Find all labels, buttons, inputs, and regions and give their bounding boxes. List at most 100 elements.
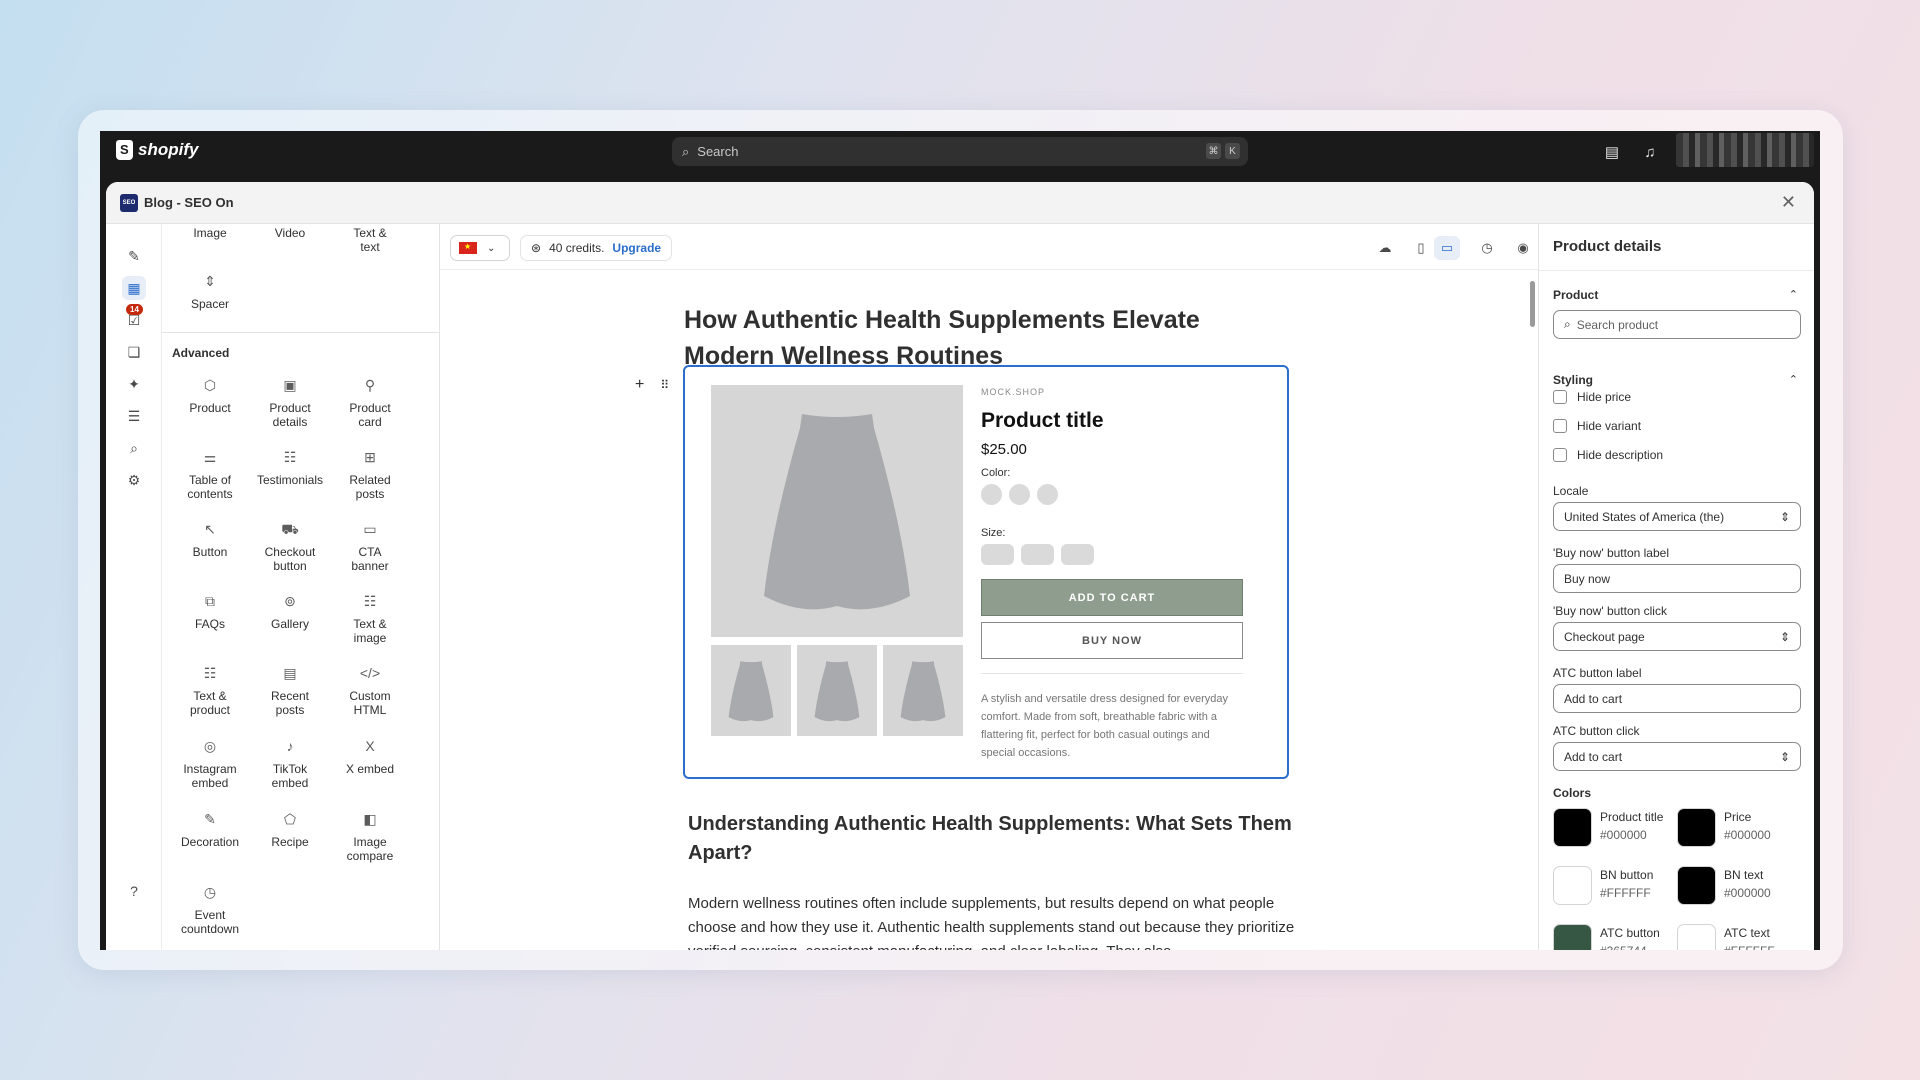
block-decoration[interactable]: ✎ Decoration [170, 812, 250, 849]
product-thumb[interactable] [711, 645, 791, 736]
store-icon[interactable]: ▤ [1602, 142, 1622, 162]
upgrade-link[interactable]: Upgrade [612, 241, 661, 255]
color-swatch[interactable] [1009, 484, 1030, 505]
size-swatch[interactable] [981, 544, 1014, 565]
block-related-posts[interactable]: ⊞ Related posts [330, 450, 410, 501]
block-gallery[interactable]: ⊚ Gallery [250, 594, 330, 631]
cloud-save-icon[interactable]: ☁ [1372, 236, 1398, 260]
bn-label-input[interactable]: Buy now [1553, 564, 1801, 593]
desktop-view-icon[interactable]: ▭ [1434, 236, 1460, 260]
color-swatch[interactable] [1037, 484, 1058, 505]
block-recipe[interactable]: ⬠ Recipe [250, 812, 330, 849]
block-table-of-contents[interactable]: ⚌ Table of contents [170, 450, 250, 501]
color-setting-bn-button[interactable]: BN button #FFFFFF [1553, 866, 1653, 905]
block-tiktok-embed[interactable]: ♪ TikTok embed [250, 739, 330, 790]
shopify-logo[interactable]: shopify [116, 140, 198, 160]
article-title[interactable]: How Authentic Health Supplements Elevate… [684, 302, 1244, 374]
color-setting-bn-text[interactable]: BN text #000000 [1677, 866, 1771, 905]
color-swatch[interactable] [1553, 866, 1592, 905]
canvas-scrollbar[interactable] [1530, 281, 1535, 327]
preview-eye-icon[interactable]: ◉ [1510, 236, 1536, 260]
tag-icon: ⬡ [203, 377, 217, 393]
hide-description-checkbox[interactable]: Hide description [1553, 448, 1663, 462]
sparkle-icon[interactable]: ✦ [122, 372, 146, 396]
block-faqs[interactable]: ⧉ FAQs [170, 594, 250, 631]
bn-click-value: Checkout page [1564, 629, 1645, 644]
color-setting-atc-text[interactable]: ATC text #FFFFFF [1677, 924, 1775, 950]
block-image[interactable]: Image [170, 226, 250, 240]
settings-icon[interactable]: ⚙ [122, 468, 146, 492]
color-name: BN text [1724, 868, 1764, 882]
product-block[interactable]: MOCK.SHOP Product title $25.00 Color: Si… [683, 365, 1289, 779]
language-select[interactable]: ⌄ [450, 235, 510, 261]
locale-select[interactable]: United States of America (the) ⇕ [1553, 502, 1801, 531]
color-setting-product-title[interactable]: Product title #000000 [1553, 808, 1663, 847]
block-image-compare[interactable]: ◧ Image compare [330, 812, 410, 863]
block-cta-banner[interactable]: ▭ CTA banner [330, 522, 410, 573]
buy-now-button[interactable]: BUY NOW [981, 622, 1243, 659]
color-setting-atc-button[interactable]: ATC button #365744 [1553, 924, 1660, 950]
outline-icon[interactable]: ☰ [122, 404, 146, 428]
checkbox[interactable] [1553, 419, 1567, 433]
block-product-card[interactable]: ⚲ Product card [330, 378, 410, 429]
atc-label-input[interactable]: Add to cart [1553, 684, 1801, 713]
blocks-icon[interactable]: ▦ [122, 276, 146, 300]
size-swatch[interactable] [1061, 544, 1094, 565]
article-paragraph[interactable]: Modern wellness routines often include s… [688, 892, 1308, 950]
history-icon[interactable]: ◷ [1474, 236, 1500, 260]
settings-panel: Product details Product ⌃ ⌕ Search produc… [1538, 224, 1814, 950]
checkbox[interactable] [1553, 390, 1567, 404]
bell-icon[interactable]: ♫ [1640, 142, 1660, 162]
edit-icon[interactable]: ✎ [122, 244, 146, 268]
add-block-icon[interactable]: + [635, 376, 644, 393]
chevron-up-icon[interactable]: ⌃ [1789, 373, 1798, 386]
hide-variant-checkbox[interactable]: Hide variant [1553, 419, 1641, 433]
product-description: A stylish and versatile dress designed f… [981, 693, 1229, 759]
color-swatch[interactable] [981, 484, 1002, 505]
atc-click-select[interactable]: Add to cart ⇕ [1553, 742, 1801, 771]
block-testimonials[interactable]: ☷ Testimonials [250, 450, 330, 487]
hide-price-checkbox[interactable]: Hide price [1553, 390, 1631, 404]
bn-click-select[interactable]: Checkout page ⇕ [1553, 622, 1801, 651]
checkbox[interactable] [1553, 448, 1567, 462]
block-button[interactable]: ↖ Button [170, 522, 250, 559]
add-to-cart-button[interactable]: ADD TO CART [981, 579, 1243, 616]
block-product[interactable]: ⬡ Product [170, 378, 250, 415]
global-search[interactable]: ⌕ Search ⌘ K [672, 137, 1248, 166]
mobile-view-icon[interactable]: ▯ [1408, 236, 1434, 260]
block-recent-posts[interactable]: ▤ Recent posts [250, 666, 330, 717]
help-icon[interactable]: ? [122, 879, 146, 903]
color-swatch[interactable] [1677, 924, 1716, 950]
color-swatch[interactable] [1553, 924, 1592, 950]
layers-icon[interactable]: ❏ [122, 340, 146, 364]
pen-icon: ✎ [204, 811, 216, 827]
modal-title: Blog - SEO On [144, 195, 234, 210]
block-text-image[interactable]: ☷ Text & image [330, 594, 410, 645]
block-video[interactable]: Video [250, 226, 330, 240]
product-thumb[interactable] [797, 645, 877, 736]
block-checkout-button[interactable]: ⛟ Checkout button [250, 522, 330, 573]
size-swatch[interactable] [1021, 544, 1054, 565]
color-swatch[interactable] [1553, 808, 1592, 847]
block-text-product[interactable]: ☷ Text & product [170, 666, 250, 717]
section-heading[interactable]: Understanding Authentic Health Supplemen… [688, 810, 1308, 868]
close-icon[interactable]: ✕ [1781, 192, 1796, 213]
color-swatch[interactable] [1677, 808, 1716, 847]
chevron-up-icon[interactable]: ⌃ [1789, 288, 1798, 301]
block-event-countdown[interactable]: ◷ Event countdown [170, 885, 250, 936]
color-setting-price[interactable]: Price #000000 [1677, 808, 1771, 847]
block-x-embed[interactable]: X X embed [330, 739, 410, 776]
product-thumb[interactable] [883, 645, 963, 736]
credits-indicator: ⊛ 40 credits. Upgrade [520, 235, 673, 261]
block-product-details[interactable]: ▣ Product details [250, 378, 330, 429]
account-avatar[interactable] [1676, 133, 1814, 167]
notification-badge: 14 [126, 304, 143, 315]
product-search-input[interactable]: ⌕ Search product [1553, 310, 1801, 339]
block-spacer[interactable]: ⇕ Spacer [170, 274, 250, 311]
block-custom-html[interactable]: </> Custom HTML [330, 666, 410, 717]
block-text-text[interactable]: Text & text [330, 226, 410, 254]
drag-handle-icon[interactable]: ⠿ [660, 378, 669, 392]
seo-search-icon[interactable]: ⌕ [122, 436, 146, 460]
block-instagram-embed[interactable]: ◎ Instagram embed [170, 739, 250, 790]
color-swatch[interactable] [1677, 866, 1716, 905]
